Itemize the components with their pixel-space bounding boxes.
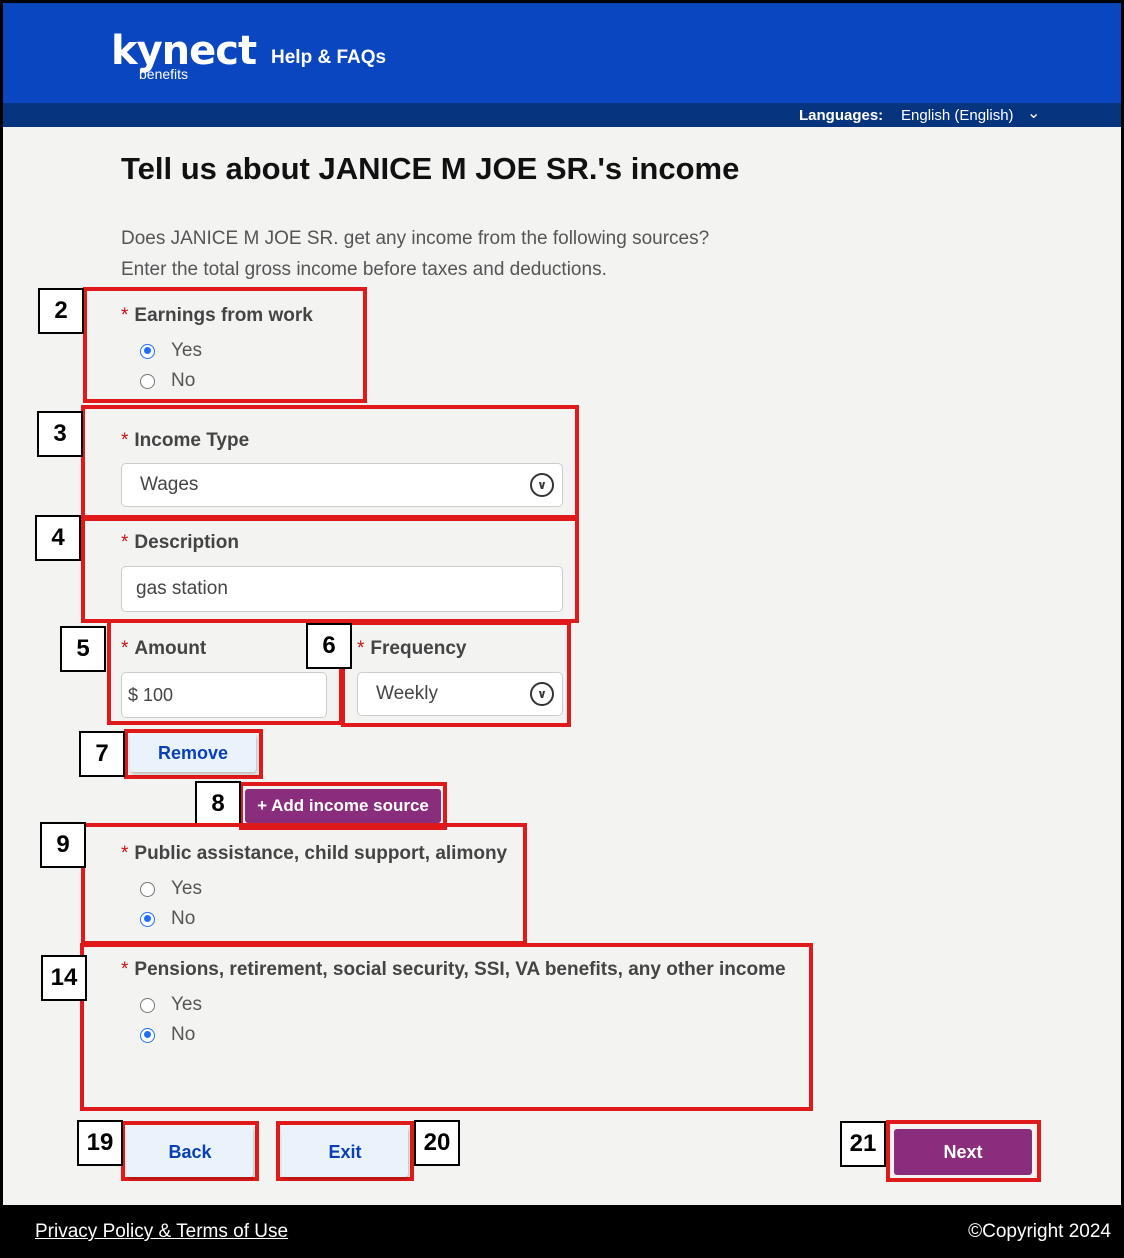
radio-unselected-icon[interactable] bbox=[140, 997, 155, 1013]
frequency-value: Weekly bbox=[376, 683, 438, 704]
back-button[interactable]: Back bbox=[127, 1127, 253, 1177]
pensions-yes-label: Yes bbox=[171, 994, 202, 1015]
next-button[interactable]: Next bbox=[894, 1129, 1032, 1175]
public-assistance-yes-label: Yes bbox=[171, 878, 202, 899]
description-label-text: Description bbox=[134, 532, 239, 553]
exit-button[interactable]: Exit bbox=[282, 1127, 408, 1177]
radio-unselected-icon[interactable] bbox=[140, 881, 155, 897]
callout-5: 5 bbox=[60, 626, 106, 672]
required-asterisk: * bbox=[121, 430, 129, 451]
intro-line-2: Enter the total gross income before taxe… bbox=[121, 259, 607, 280]
callout-20: 20 bbox=[414, 1120, 460, 1166]
description-input[interactable]: gas station bbox=[121, 566, 563, 612]
income-type-value: Wages bbox=[140, 474, 199, 495]
chevron-down-icon[interactable]: ∨ bbox=[530, 682, 554, 706]
required-asterisk: * bbox=[121, 638, 129, 659]
amount-label-text: Amount bbox=[134, 638, 207, 659]
radio-selected-icon[interactable] bbox=[140, 343, 155, 359]
callout-9: 9 bbox=[40, 822, 86, 868]
callout-2: 2 bbox=[38, 288, 84, 334]
callout-7: 7 bbox=[79, 731, 125, 777]
required-asterisk: * bbox=[121, 843, 129, 864]
callout-21: 21 bbox=[840, 1121, 886, 1167]
public-assistance-label: * Public assistance, child support, alimo… bbox=[121, 843, 507, 865]
required-asterisk: * bbox=[121, 959, 129, 980]
required-asterisk: * bbox=[121, 305, 129, 326]
public-assistance-label-text: Public assistance, child support, alimon… bbox=[134, 843, 508, 864]
languages-label: Languages: bbox=[799, 107, 884, 124]
frequency-label-text: Frequency bbox=[370, 638, 467, 659]
amount-value: $ 100 bbox=[128, 684, 174, 705]
amount-input[interactable]: $ 100 bbox=[121, 672, 327, 718]
chevron-down-icon[interactable]: ⌄ bbox=[1027, 103, 1040, 123]
amount-label: * Amount bbox=[121, 638, 206, 660]
pensions-no-label: No bbox=[171, 1024, 196, 1045]
add-income-source-button[interactable]: + Add income source bbox=[245, 789, 441, 823]
callout-4: 4 bbox=[35, 515, 81, 561]
earnings-label-text: Earnings from work bbox=[134, 305, 313, 326]
page-title: Tell us about JANICE M JOE SR.'s income bbox=[121, 151, 740, 186]
income-type-label: * Income Type bbox=[121, 430, 249, 452]
earnings-yes-option[interactable]: Yes bbox=[140, 340, 202, 362]
callout-19: 19 bbox=[77, 1120, 123, 1166]
callout-14: 14 bbox=[41, 955, 87, 1001]
callout-6: 6 bbox=[306, 623, 352, 669]
earnings-no-label: No bbox=[171, 370, 196, 391]
pensions-no-option[interactable]: No bbox=[140, 1024, 195, 1046]
radio-selected-icon[interactable] bbox=[140, 1027, 155, 1043]
intro-text: Does JANICE M JOE SR. get any income fro… bbox=[121, 223, 709, 285]
frequency-select[interactable]: Weekly ∨ bbox=[357, 672, 563, 716]
radio-unselected-icon[interactable] bbox=[140, 373, 155, 389]
frequency-label: * Frequency bbox=[357, 638, 467, 660]
pensions-label: * Pensions, retirement, social security, … bbox=[121, 959, 786, 981]
page-frame: kynect benefits Help & FAQs Languages: E… bbox=[0, 0, 1124, 1258]
radio-selected-icon[interactable] bbox=[140, 911, 155, 927]
income-type-label-text: Income Type bbox=[134, 430, 250, 451]
intro-line-1: Does JANICE M JOE SR. get any income fro… bbox=[121, 228, 710, 249]
required-asterisk: * bbox=[357, 638, 365, 659]
earnings-label: * Earnings from work bbox=[121, 305, 313, 327]
pensions-yes-option[interactable]: Yes bbox=[140, 994, 202, 1016]
kynect-logo[interactable]: kynect benefits bbox=[111, 29, 257, 81]
copyright-text: ©Copyright 2024 bbox=[968, 1221, 1111, 1242]
pensions-label-text: Pensions, retirement, social security, S… bbox=[134, 959, 786, 980]
description-value: gas station bbox=[136, 578, 228, 599]
privacy-policy-link[interactable]: Privacy Policy & Terms of Use bbox=[35, 1221, 288, 1243]
language-select[interactable]: English (English) bbox=[901, 107, 1014, 124]
earnings-no-option[interactable]: No bbox=[140, 370, 195, 392]
public-assistance-no-label: No bbox=[171, 908, 196, 929]
public-assistance-no-option[interactable]: No bbox=[140, 908, 195, 930]
description-label: * Description bbox=[121, 532, 239, 554]
income-type-select[interactable]: Wages ∨ bbox=[121, 463, 563, 507]
callout-8: 8 bbox=[195, 781, 241, 827]
callout-3: 3 bbox=[37, 411, 83, 457]
remove-button[interactable]: Remove bbox=[130, 734, 256, 772]
required-asterisk: * bbox=[121, 532, 129, 553]
earnings-yes-label: Yes bbox=[171, 340, 202, 361]
public-assistance-yes-option[interactable]: Yes bbox=[140, 878, 202, 900]
help-faqs-link[interactable]: Help & FAQs bbox=[271, 47, 386, 69]
chevron-down-icon[interactable]: ∨ bbox=[530, 473, 554, 497]
